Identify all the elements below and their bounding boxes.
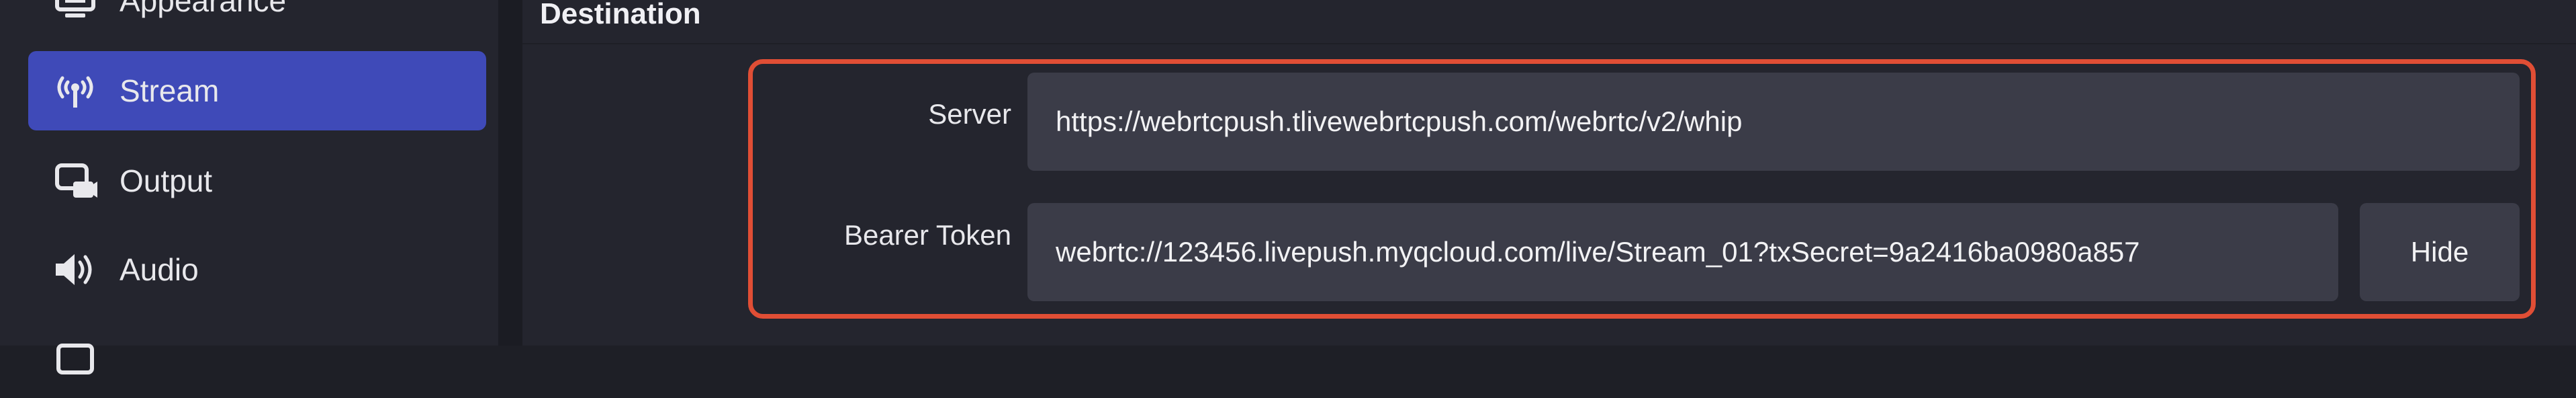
sidebar-item-audio[interactable]: Audio — [28, 230, 486, 309]
panel-divider — [498, 0, 522, 346]
sidebar-item-label: Stream — [120, 73, 220, 108]
sidebar-item-label: Appearance — [120, 0, 287, 18]
bearer-token-input[interactable]: webrtc://123456.livepush.myqcloud.com/li… — [1027, 203, 2338, 301]
server-input[interactable]: https://webrtcpush.tlivewebrtcpush.com/w… — [1027, 73, 2520, 171]
sidebar-item-output[interactable]: Output — [28, 141, 486, 221]
sidebar-item-appearance[interactable]: Appearance — [28, 0, 486, 40]
section-title: Destination — [540, 0, 701, 30]
bearer-token-label: Bearer Token — [843, 219, 1011, 251]
antenna-icon — [48, 67, 102, 114]
server-label: Server — [928, 98, 1011, 130]
monitor-icon — [48, 0, 102, 24]
speaker-icon — [48, 246, 102, 293]
hide-token-button[interactable]: Hide — [2360, 203, 2520, 301]
sidebar-item-label: Audio — [120, 252, 199, 287]
video-icon — [48, 335, 102, 382]
sidebar-item-stream[interactable]: Stream — [28, 51, 486, 130]
output-icon — [48, 157, 102, 204]
settings-sidebar: Appearance Stream Output Audio — [0, 0, 498, 374]
sidebar-item-label: Output — [120, 163, 213, 198]
section-divider — [522, 43, 2576, 44]
sidebar-item-video[interactable] — [28, 319, 486, 398]
